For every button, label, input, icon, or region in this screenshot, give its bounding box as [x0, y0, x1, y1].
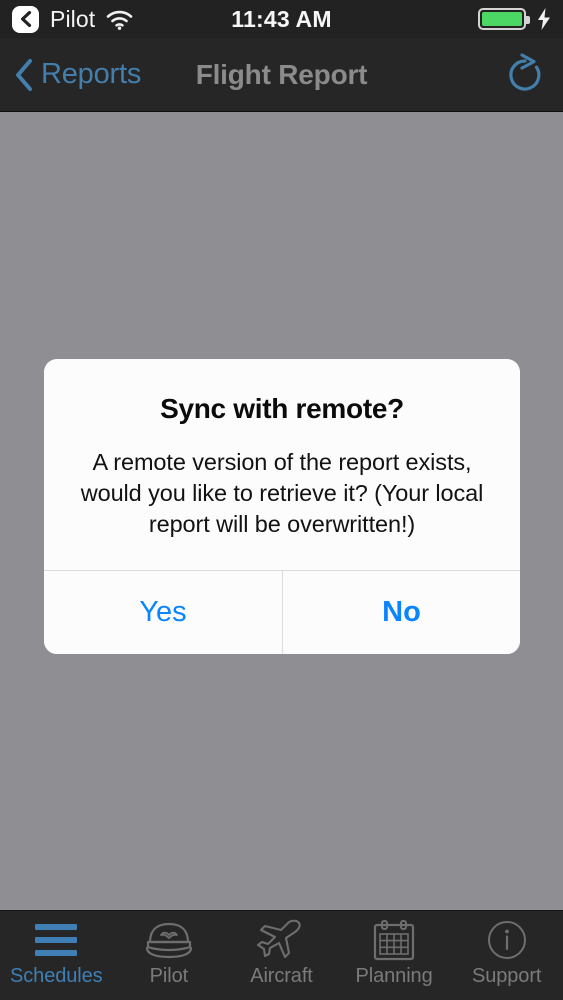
pilot-cap-icon: [145, 922, 192, 959]
tab-bar: Schedules Pilot Aircraft Planning Suppor…: [0, 910, 563, 1000]
wifi-icon: [106, 10, 133, 30]
status-bar: Pilot 11:43 AM: [0, 0, 563, 38]
alert-no-button[interactable]: No: [282, 571, 520, 654]
battery-fill: [482, 12, 522, 26]
sync-alert-dialog: Sync with remote? A remote version of th…: [44, 359, 520, 654]
tab-item-pilot[interactable]: Pilot: [113, 920, 226, 988]
nav-back-button[interactable]: Reports: [0, 58, 141, 92]
tab-label-pilot: Pilot: [149, 965, 189, 987]
tab-label-planning: Planning: [355, 965, 433, 987]
tab-label-support: Support: [471, 965, 542, 987]
refresh-button[interactable]: [505, 52, 545, 97]
app-root: Pilot 11:43 AM Reports Flight Report Syn…: [0, 0, 563, 1000]
alert-title: Sync with remote?: [160, 393, 404, 424]
status-bar-clock: 11:43 AM: [231, 5, 332, 32]
chevron-left-icon: [20, 11, 31, 27]
info-circle-icon: [487, 921, 526, 959]
status-bar-left: Pilot: [0, 5, 231, 33]
hamburger-bars: [35, 924, 78, 956]
alert-backdrop[interactable]: Sync with remote? A remote version of th…: [0, 113, 563, 910]
status-back-chip[interactable]: [12, 5, 39, 33]
tab-item-schedules[interactable]: Schedules: [0, 920, 113, 988]
alert-actions: Yes No: [44, 570, 520, 654]
chevron-left-icon: [16, 58, 32, 91]
alert-yes-button[interactable]: Yes: [44, 571, 282, 654]
tab-label-aircraft: Aircraft: [250, 965, 313, 987]
calendar-icon: [373, 920, 415, 961]
status-carrier-label: Pilot: [50, 5, 96, 32]
alert-body: Sync with remote? A remote version of th…: [44, 359, 520, 570]
navigation-bar: Reports Flight Report: [0, 38, 563, 112]
refresh-icon: [509, 52, 541, 91]
alert-message: A remote version of the report exists, w…: [80, 449, 484, 537]
airplane-icon: [257, 919, 302, 959]
status-bar-right: [332, 8, 563, 30]
hamburger-menu-icon: [35, 920, 78, 960]
tab-item-planning[interactable]: Planning: [338, 920, 451, 988]
tab-label-schedules: Schedules: [10, 965, 103, 987]
tab-item-aircraft[interactable]: Aircraft: [225, 919, 338, 988]
battery-full-icon: [478, 8, 530, 30]
nav-back-label: Reports: [41, 58, 142, 90]
lightning-bolt-icon: [538, 8, 550, 30]
tab-item-support[interactable]: Support: [450, 920, 563, 988]
